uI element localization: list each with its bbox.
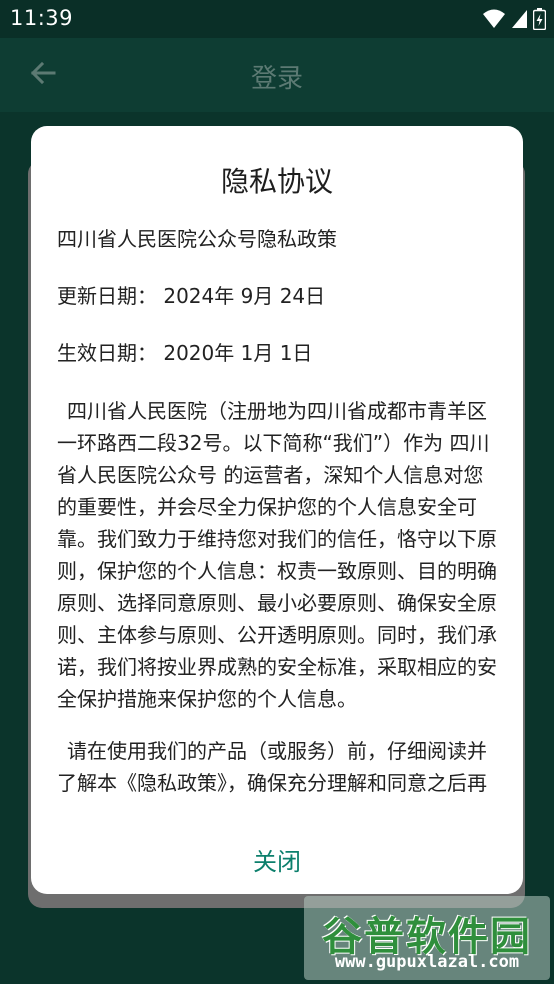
watermark-logo: 谷普软件园 www.gupuxlazal.com (304, 896, 550, 980)
privacy-dialog: 隐私协议 四川省人民医院公众号隐私政策 更新日期： 2024年 9月 24日 生… (31, 126, 523, 894)
app-bar: 登录 (0, 38, 554, 112)
wifi-icon (483, 9, 505, 28)
watermark-url: www.gupuxlazal.com (334, 952, 520, 972)
page-title: 登录 (250, 64, 303, 94)
policy-name: 四川省人民医院公众号隐私政策 (57, 227, 337, 251)
dialog-content[interactable]: 四川省人民医院公众号隐私政策 更新日期： 2024年 9月 24日 生效日期： … (57, 224, 501, 802)
updated-date: 更新日期： 2024年 9月 24日 (57, 284, 326, 308)
status-bar: 11:39 (0, 0, 554, 38)
policy-paragraph: 四川省人民医院（注册地为四川省成都市青羊区一环路西二段32号。以下简称“我们”）… (57, 399, 497, 711)
dialog-title: 隐私协议 (220, 165, 333, 198)
effective-date: 生效日期： 2020年 1月 1日 (57, 341, 313, 365)
battery-icon (533, 8, 546, 30)
close-button[interactable]: 关闭 (31, 842, 523, 877)
signal-icon (512, 10, 527, 28)
policy-paragraph: 请在使用我们的产品（或服务）前，仔细阅读并了解本《隐私政策》，确保充分理解和同意… (57, 739, 487, 795)
status-icons (483, 7, 546, 31)
status-time: 11:39 (10, 6, 74, 30)
